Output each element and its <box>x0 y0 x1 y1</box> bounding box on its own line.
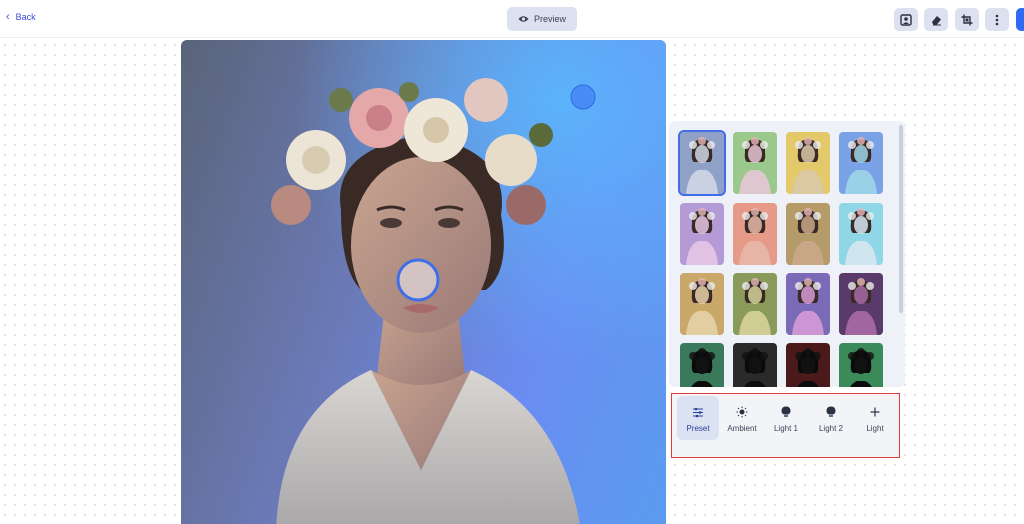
eraser-icon <box>932 15 941 25</box>
tab-light-2[interactable]: Light 2 <box>810 396 852 440</box>
tab-light-1[interactable]: Light 1 <box>765 396 807 440</box>
preset-thumbnail[interactable] <box>680 343 724 387</box>
preset-thumbnail[interactable] <box>733 203 777 265</box>
preset-thumbnail[interactable] <box>786 203 830 265</box>
preset-thumbnail[interactable] <box>786 273 830 335</box>
more-options-button[interactable] <box>985 8 1009 31</box>
back-label: Back <box>15 12 36 22</box>
preset-thumbnail[interactable] <box>680 273 724 335</box>
tab-ambient-label: Ambient <box>727 424 757 433</box>
tab-add-light[interactable]: Light <box>854 396 896 440</box>
tab-light-1-label: Light 1 <box>773 424 799 433</box>
chevron-left-icon: ‹ <box>6 10 10 23</box>
preset-thumbnail[interactable] <box>678 130 726 196</box>
preset-thumbnail[interactable] <box>680 203 724 265</box>
preset-thumbnail[interactable] <box>786 132 830 194</box>
preview-label: Preview <box>533 14 566 24</box>
preset-scrollbar[interactable] <box>899 125 903 313</box>
eraser-button[interactable] <box>924 8 948 31</box>
transform-button[interactable] <box>955 8 979 31</box>
preset-thumbnail[interactable] <box>733 343 777 387</box>
preset-thumbnail[interactable] <box>839 203 883 265</box>
bulb-icon <box>781 406 791 418</box>
preview-button[interactable]: Preview <box>507 7 577 31</box>
crop-face-icon <box>900 13 912 26</box>
preset-thumbnail[interactable] <box>786 343 830 387</box>
tab-preset[interactable]: Preset <box>677 396 719 440</box>
preset-thumbnail[interactable] <box>733 132 777 194</box>
tab-preset-label: Preset <box>686 424 710 433</box>
tab-light-2-label: Light 2 <box>818 424 844 433</box>
preset-thumbnail[interactable] <box>839 273 883 335</box>
preset-thumbnail[interactable] <box>733 273 777 335</box>
eye-icon <box>518 16 529 22</box>
transform-icon <box>961 14 973 25</box>
crop-face-button[interactable] <box>894 8 918 31</box>
image-canvas[interactable] <box>181 40 666 524</box>
plus-icon <box>870 406 880 418</box>
bulb-icon <box>826 406 836 418</box>
preset-panel <box>669 121 905 387</box>
sliders-icon <box>692 406 704 418</box>
sun-icon <box>736 406 748 418</box>
preset-thumbnail[interactable] <box>839 132 883 194</box>
preset-thumbnail[interactable] <box>839 343 883 387</box>
portrait-image <box>181 40 666 524</box>
tab-ambient[interactable]: Ambient <box>721 396 763 440</box>
more-icon <box>995 14 999 25</box>
primary-action-button[interactable] <box>1016 8 1024 31</box>
tab-add-light-label: Light <box>866 424 884 433</box>
back-button[interactable]: ‹ Back <box>6 10 36 23</box>
